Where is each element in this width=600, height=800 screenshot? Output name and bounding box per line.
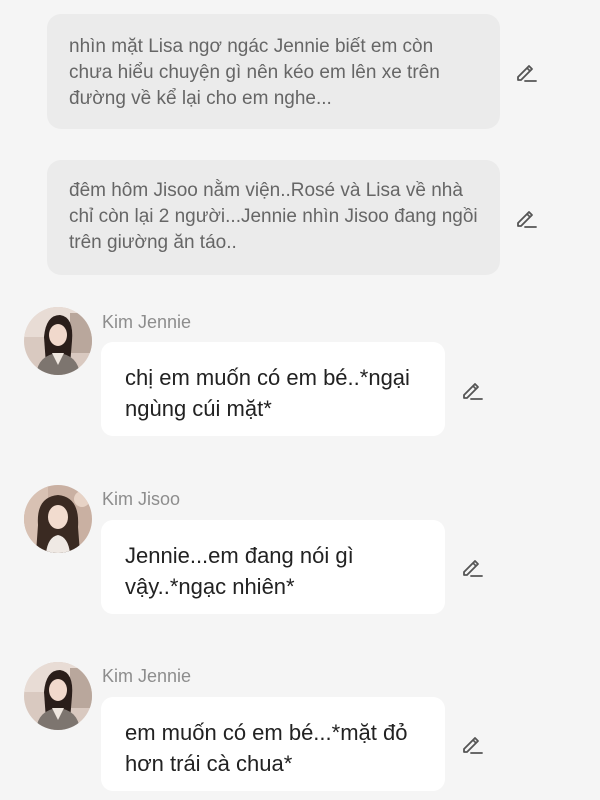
pencil-edit-icon[interactable] bbox=[460, 732, 484, 756]
narration-block[interactable]: đêm hôm Jisoo nằm viện..Rosé và Lisa về … bbox=[47, 160, 500, 275]
narration-block[interactable]: nhìn mặt Lisa ngơ ngác Jennie biết em cò… bbox=[47, 14, 500, 129]
pencil-edit-icon[interactable] bbox=[514, 206, 538, 230]
speaker-name: Kim Jennie bbox=[102, 312, 192, 332]
message-bubble[interactable]: em muốn có em bé...*mặt đỏ hơn trái cà c… bbox=[101, 697, 445, 791]
message-bubble[interactable]: chị em muốn có em bé..*ngại ngùng cúi mặ… bbox=[101, 342, 445, 436]
avatar-kim-jisoo[interactable] bbox=[24, 485, 92, 553]
avatar-kim-jennie[interactable] bbox=[24, 662, 92, 730]
message-bubble[interactable]: Jennie...em đang nói gì vậy..*ngạc nhiên… bbox=[101, 520, 445, 614]
narration-text: đêm hôm Jisoo nằm viện..Rosé và Lisa về … bbox=[69, 180, 478, 253]
message-text: chị em muốn có em bé..*ngại ngùng cúi mặ… bbox=[125, 365, 410, 421]
speaker-name: Kim Jisoo bbox=[102, 489, 181, 509]
message-text: em muốn có em bé...*mặt đỏ hơn trái cà c… bbox=[125, 720, 408, 776]
message-text: Jennie...em đang nói gì vậy..*ngạc nhiên… bbox=[125, 543, 354, 599]
pencil-edit-icon[interactable] bbox=[460, 378, 484, 402]
speaker-name: Kim Jennie bbox=[102, 666, 192, 686]
avatar-kim-jennie[interactable] bbox=[24, 307, 92, 375]
pencil-edit-icon[interactable] bbox=[460, 555, 484, 579]
pencil-edit-icon[interactable] bbox=[514, 60, 538, 84]
narration-text: nhìn mặt Lisa ngơ ngác Jennie biết em cò… bbox=[69, 36, 440, 109]
